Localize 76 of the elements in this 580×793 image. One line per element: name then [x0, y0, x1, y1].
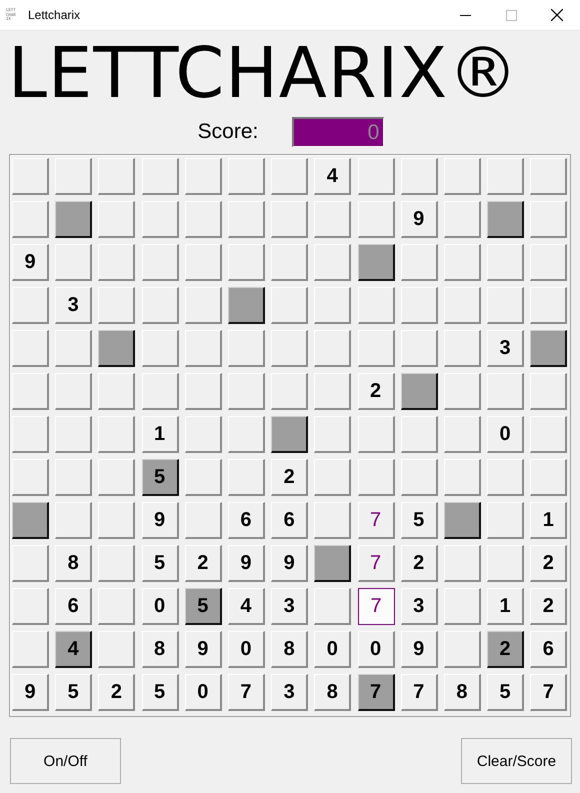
grid-tile[interactable]: 8 [444, 674, 481, 711]
grid-tile[interactable]: 3 [271, 588, 308, 625]
grid-tile[interactable] [487, 201, 524, 238]
grid-tile[interactable]: 0 [487, 416, 524, 453]
score-label: Score: [198, 120, 258, 144]
grid-tile[interactable]: 1 [530, 502, 568, 539]
grid-tile[interactable]: 1 [142, 416, 179, 453]
grid-tile[interactable] [400, 373, 438, 410]
maximize-icon [506, 10, 516, 20]
grid-tile[interactable]: 5 [142, 545, 179, 582]
grid-tile[interactable]: 5 [55, 674, 92, 711]
score-field: 0 [292, 117, 384, 147]
grid-tile[interactable]: 2 [184, 545, 222, 582]
grid-tile[interactable]: 2 [271, 459, 308, 496]
grid-tile[interactable]: 7 [358, 674, 394, 711]
window-title: Lettcharix [28, 8, 82, 22]
grid-tile[interactable]: 9 [12, 674, 49, 711]
grid-tile[interactable]: 8 [142, 631, 179, 668]
grid-tile[interactable] [358, 244, 394, 281]
clear-score-button[interactable]: Clear/Score [461, 738, 572, 784]
grid-tile[interactable]: 3 [55, 287, 92, 324]
grid-tile[interactable]: 9 [271, 545, 308, 582]
grid-tile[interactable]: 9 [228, 545, 265, 582]
grid-tile[interactable] [55, 201, 92, 238]
grid-tile[interactable]: 3 [400, 588, 438, 625]
grid-tile[interactable] [12, 502, 49, 539]
grid-tile[interactable]: 9 [400, 201, 438, 238]
grid-tile[interactable]: 7 [400, 674, 438, 711]
grid-tile[interactable]: 9 [12, 244, 49, 281]
grid-tile[interactable]: 4 [314, 158, 352, 195]
grid-tile[interactable] [314, 545, 352, 582]
grid-tile[interactable]: 2 [400, 545, 438, 582]
grid-tile[interactable]: 9 [400, 631, 438, 668]
grid-tile[interactable]: 6 [530, 631, 568, 668]
grid-tile[interactable]: 3 [487, 330, 524, 367]
grid-tile[interactable] [530, 330, 568, 367]
grid-tile[interactable]: 4 [55, 631, 92, 668]
grid-tile[interactable]: 0 [184, 674, 222, 711]
grid-tile[interactable]: 5 [184, 588, 222, 625]
grid-tile[interactable]: 0 [358, 631, 394, 668]
grid-tile[interactable]: 4 [228, 588, 265, 625]
grid-tile[interactable] [444, 502, 481, 539]
grid-tile[interactable]: 2 [530, 545, 568, 582]
grid-tile[interactable]: 5 [400, 502, 438, 539]
grid-tile[interactable]: 1 [487, 588, 524, 625]
grid-tile[interactable]: 7 [358, 502, 394, 539]
grid-tile[interactable]: 5 [142, 459, 179, 496]
grid-tile[interactable]: 2 [530, 588, 568, 625]
grid-tile[interactable]: 7 [228, 674, 265, 711]
grid-tile[interactable]: 8 [55, 545, 92, 582]
grid-tile[interactable]: 0 [142, 588, 179, 625]
grid-tile[interactable]: 7 [358, 588, 394, 625]
grid-tile[interactable]: 3 [271, 674, 308, 711]
power-button[interactable]: On/Off [10, 738, 121, 784]
grid-tile[interactable]: 2 [487, 631, 524, 668]
grid-tile[interactable]: 5 [142, 674, 179, 711]
grid-tile[interactable]: 7 [530, 674, 568, 711]
grid-tile[interactable]: 9 [142, 502, 179, 539]
minimize-icon [460, 14, 470, 16]
grid-tile[interactable]: 6 [271, 502, 308, 539]
grid-tile[interactable]: 0 [314, 631, 352, 668]
grid-tile[interactable]: 6 [228, 502, 265, 539]
close-icon [551, 9, 563, 21]
grid-tile[interactable]: 9 [184, 631, 222, 668]
grid-tile[interactable] [271, 416, 308, 453]
grid-tile[interactable]: 6 [55, 588, 92, 625]
logo-title: LETTCHARIX® [7, 31, 520, 115]
grid-tile[interactable]: 0 [228, 631, 265, 668]
grid-tile[interactable]: 8 [271, 631, 308, 668]
grid-tile[interactable] [98, 330, 136, 367]
grid-tile[interactable]: 2 [98, 674, 136, 711]
grid-tile[interactable] [228, 287, 265, 324]
grid-tile[interactable]: 5 [487, 674, 524, 711]
grid-tile[interactable]: 8 [314, 674, 352, 711]
grid-tile[interactable]: 7 [358, 545, 394, 582]
grid-tile[interactable]: 2 [358, 373, 394, 410]
